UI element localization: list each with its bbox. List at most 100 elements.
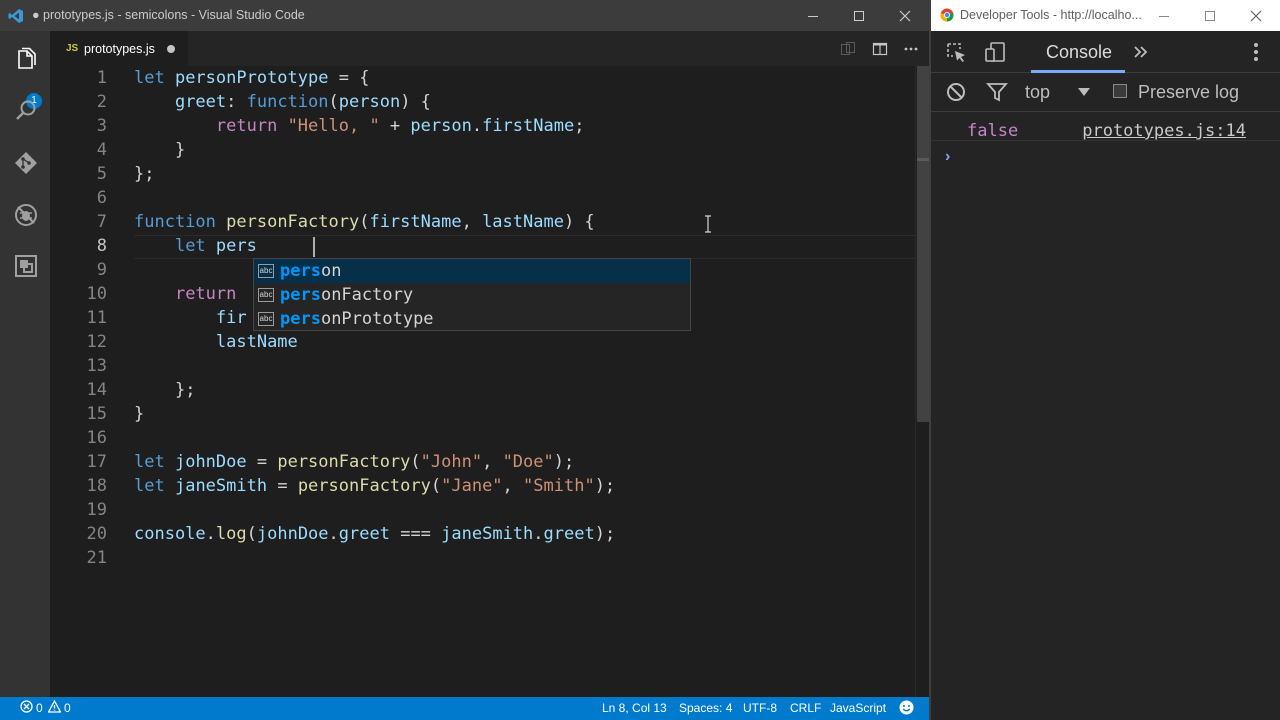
suggestion-label: person xyxy=(280,261,342,281)
error-count[interactable]: 0 xyxy=(36,701,43,715)
devtools-window: Developer Tools - http://localho... Cons… xyxy=(931,0,1280,720)
search-icon[interactable] xyxy=(13,98,39,124)
code-line-4: } xyxy=(174,140,186,160)
suggestion-label: personPrototype xyxy=(280,309,434,329)
devtools-close-button[interactable] xyxy=(1233,0,1279,31)
suggestion-item[interactable]: abc personFactory xyxy=(254,283,690,307)
preserve-log-label[interactable]: Preserve log xyxy=(1138,82,1239,103)
explorer-files-icon[interactable] xyxy=(13,47,39,73)
open-changes-icon[interactable] xyxy=(838,39,858,59)
errors-icon[interactable] xyxy=(20,700,33,716)
line-number: 5 xyxy=(96,164,107,184)
line-number: 1 xyxy=(96,68,107,88)
text-word-icon: abc xyxy=(258,288,274,302)
editor-tabs-bar: JS prototypes.js xyxy=(50,31,930,66)
unsaved-dot-icon[interactable] xyxy=(167,45,175,53)
feedback-smiley-icon[interactable] xyxy=(899,700,914,718)
line-number: 15 xyxy=(86,404,107,424)
code-line-1: let personPrototype = { xyxy=(134,68,370,88)
indentation[interactable]: Spaces: 4 xyxy=(679,701,732,715)
language-mode[interactable]: JavaScript xyxy=(830,701,886,715)
line-number: 11 xyxy=(86,308,107,328)
code-line-5: }; xyxy=(134,164,155,184)
text-word-icon: abc xyxy=(258,264,274,278)
devtools-minimize-button[interactable] xyxy=(1141,0,1187,31)
devtools-titlebar: Developer Tools - http://localho... xyxy=(931,0,1280,31)
line-ending[interactable]: CRLF xyxy=(790,701,821,715)
context-dropdown-icon[interactable] xyxy=(1073,81,1095,103)
code-line-2: greet: function(person) { xyxy=(174,92,431,112)
devtools-toolbar: Console xyxy=(931,31,1280,73)
vscode-window: ● prototypes.js - semicolons - Visual St… xyxy=(0,0,930,720)
code-line-8: let pers xyxy=(174,236,257,256)
maximize-button[interactable] xyxy=(836,0,882,31)
more-actions-icon[interactable] xyxy=(901,39,921,59)
clear-console-icon[interactable] xyxy=(945,81,967,103)
devtools-menu-icon[interactable] xyxy=(1245,41,1267,63)
code-line-11: fir xyxy=(215,308,247,328)
suggestion-label: personFactory xyxy=(280,285,414,305)
code-line-14: }; xyxy=(174,380,196,400)
more-tabs-chevron-icon[interactable] xyxy=(1130,41,1152,63)
suggestion-item[interactable]: abc person xyxy=(254,259,690,283)
line-number: 21 xyxy=(86,548,107,568)
code-line-17: let johnDoe = personFactory("John", "Doe… xyxy=(134,452,575,472)
inspect-element-icon[interactable] xyxy=(945,41,967,63)
autocomplete-suggestions: abc person abc personFactory abc personP… xyxy=(253,258,691,331)
line-number: 19 xyxy=(86,500,107,520)
console-output: false prototypes.js:14 › xyxy=(931,112,1280,720)
cursor-position[interactable]: Ln 8, Col 13 xyxy=(602,701,667,715)
line-number: 14 xyxy=(86,380,107,400)
filter-icon[interactable] xyxy=(986,81,1008,103)
line-number: 4 xyxy=(96,140,107,160)
code-editor[interactable]: 1 2 3 4 5 6 7 8 9 10 11 12 13 14 15 16 17 18 19 20 21 let pe… xyxy=(50,66,930,697)
line-number: 9 xyxy=(96,260,107,280)
console-prompt[interactable]: › xyxy=(945,148,950,166)
vscode-titlebar: ● prototypes.js - semicolons - Visual St… xyxy=(0,0,930,31)
debug-icon[interactable] xyxy=(13,202,39,228)
context-selector[interactable]: top xyxy=(1025,82,1050,103)
device-toolbar-icon[interactable] xyxy=(984,41,1006,63)
status-bar: 0 0 Ln 8, Col 13 Spaces: 4 UTF-8 CRLF Ja… xyxy=(0,697,930,720)
code-line-18: let janeSmith = personFactory("Jane", "S… xyxy=(134,476,616,496)
line-number: 20 xyxy=(86,524,107,544)
code-line-7: function personFactory(firstName, lastNa… xyxy=(134,212,595,232)
line-number: 16 xyxy=(86,428,107,448)
window-title: ● prototypes.js - semicolons - Visual St… xyxy=(32,8,305,22)
tab-console[interactable]: Console xyxy=(1046,42,1112,63)
code-line-15: } xyxy=(134,404,145,424)
line-number: 17 xyxy=(86,452,107,472)
javascript-file-icon: JS xyxy=(66,43,79,54)
devtools-maximize-button[interactable] xyxy=(1187,0,1233,31)
minimize-button[interactable] xyxy=(790,0,836,31)
log-source-link[interactable]: prototypes.js:14 xyxy=(1082,121,1246,141)
activity-bar: 1 xyxy=(0,31,50,697)
suggestion-item[interactable]: abc personPrototype xyxy=(254,307,690,331)
source-control-icon[interactable] xyxy=(13,150,39,176)
close-button[interactable] xyxy=(882,0,928,31)
vscode-logo-icon xyxy=(8,8,24,24)
text-word-icon: abc xyxy=(258,312,274,326)
tab-prototypes-js[interactable]: JS prototypes.js xyxy=(50,31,188,66)
file-encoding[interactable]: UTF-8 xyxy=(743,701,777,715)
code-line-20: console.log(johnDoe.greet === janeSmith.… xyxy=(134,524,616,544)
line-number: 2 xyxy=(96,92,107,112)
text-cursor xyxy=(313,237,315,257)
split-editor-icon[interactable] xyxy=(870,39,890,59)
line-number: 18 xyxy=(86,476,107,496)
code-line-3: return "Hello, " + person.firstName; xyxy=(215,116,585,136)
extensions-icon[interactable] xyxy=(13,253,39,279)
line-number: 7 xyxy=(96,212,107,232)
line-number: 3 xyxy=(96,116,107,136)
chrome-logo-icon xyxy=(940,8,954,22)
log-value: false xyxy=(967,121,1019,141)
editor-scrollbar[interactable] xyxy=(915,66,930,697)
warning-count[interactable]: 0 xyxy=(64,701,71,715)
preserve-log-checkbox[interactable] xyxy=(1113,84,1127,98)
line-number: 8 xyxy=(96,236,107,256)
line-number: 13 xyxy=(86,356,107,376)
console-filter-bar: top Preserve log xyxy=(931,73,1280,112)
devtools-window-title: Developer Tools - http://localho... xyxy=(960,8,1142,22)
code-line-10: return xyxy=(174,284,237,304)
warnings-icon[interactable] xyxy=(47,699,62,716)
